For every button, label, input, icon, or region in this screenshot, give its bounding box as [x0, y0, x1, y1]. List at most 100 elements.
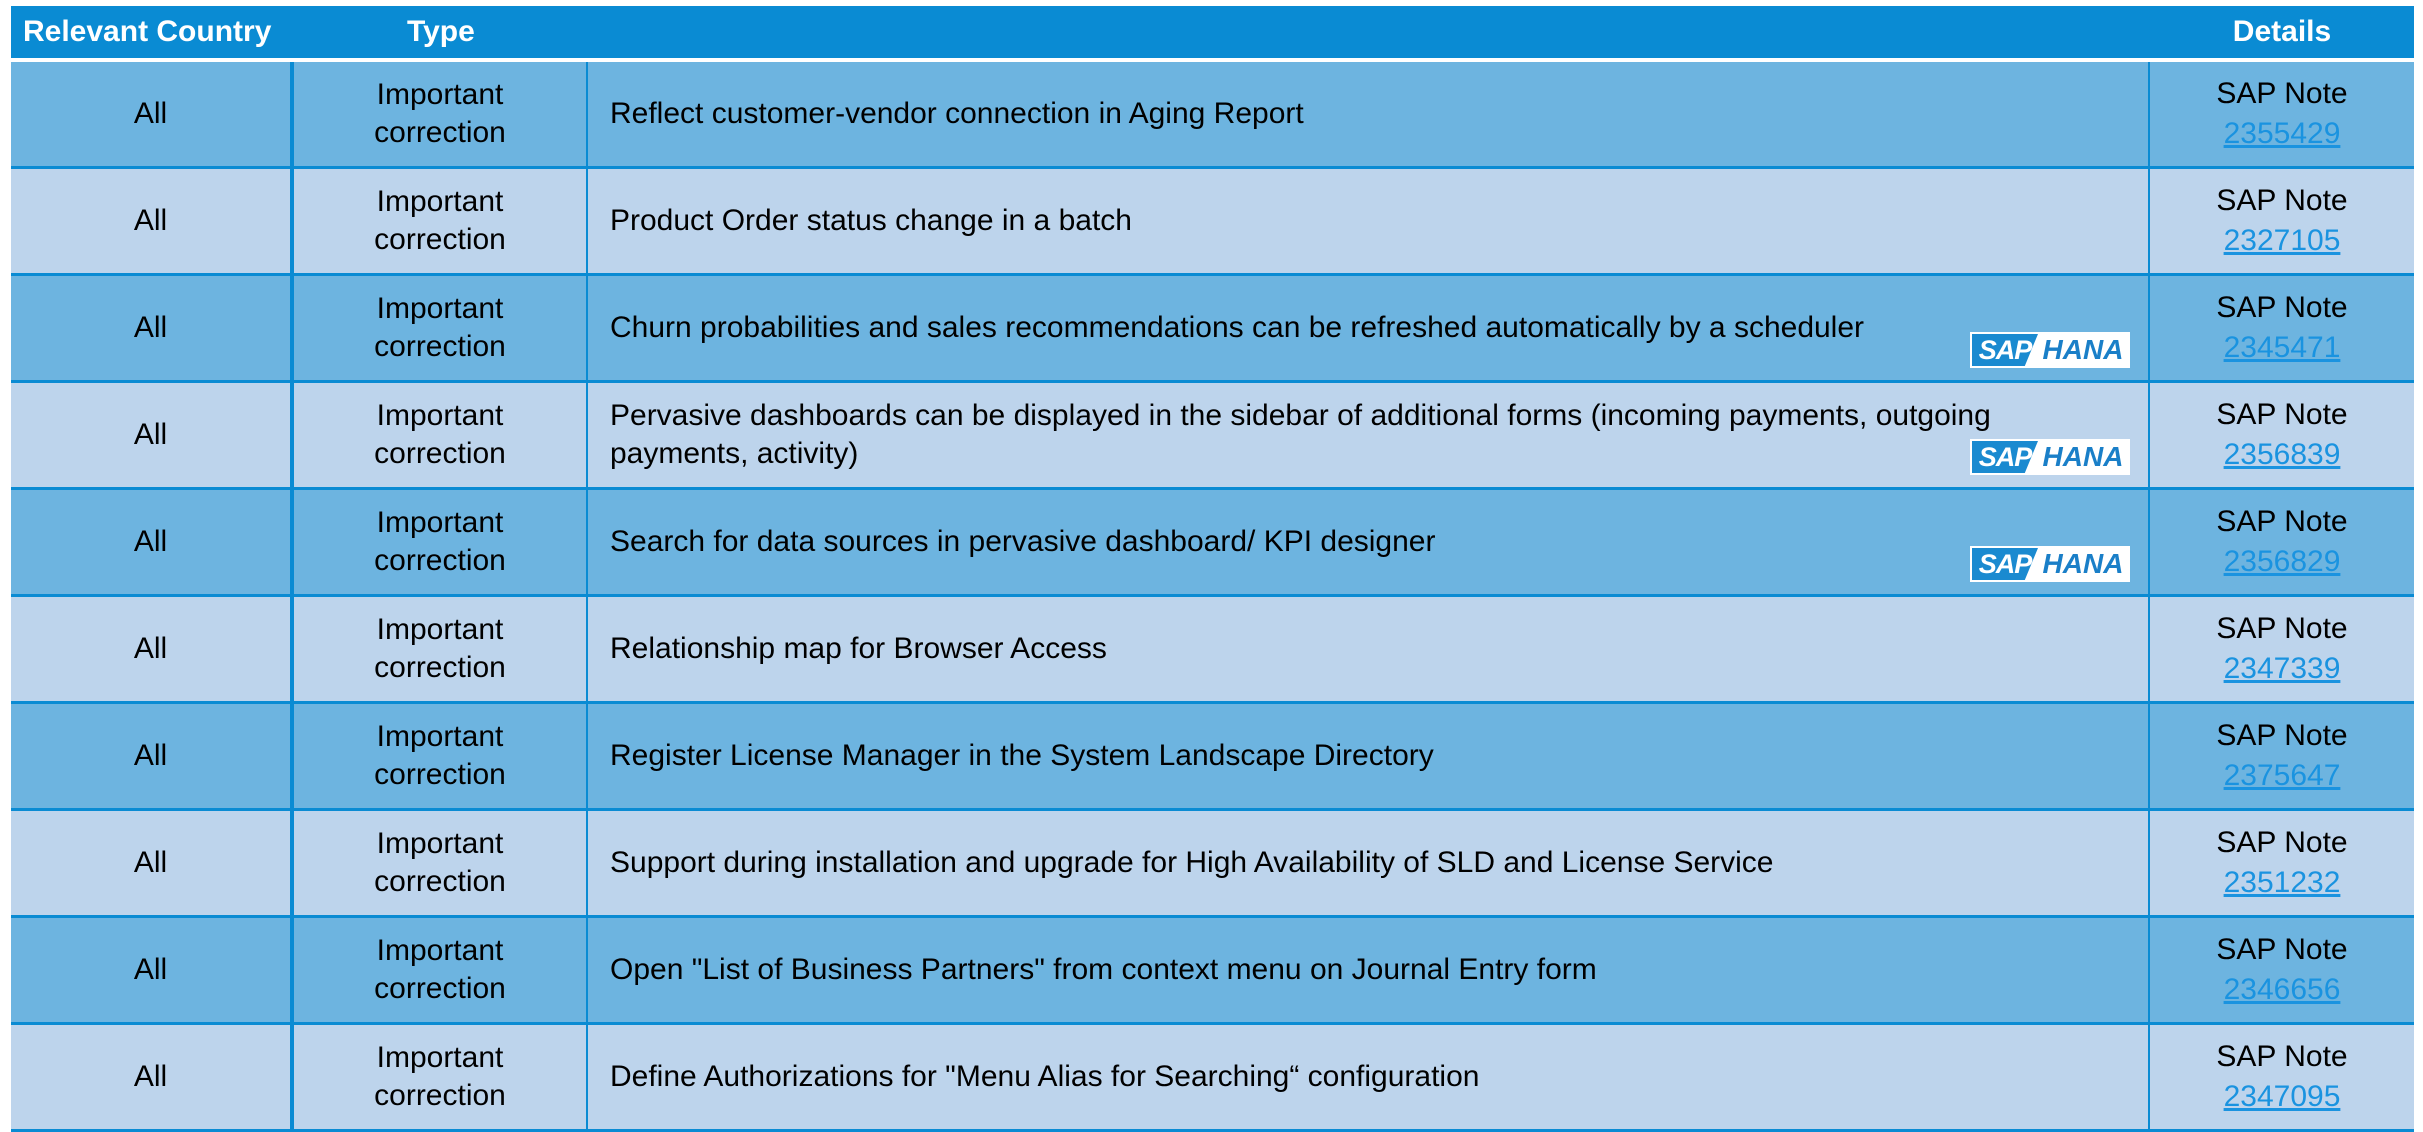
country-value: All — [133, 632, 168, 665]
type-line-1: Important — [376, 613, 504, 646]
details-cell: SAP Note 2327105 — [2150, 169, 2414, 273]
sap-hana-logo: SAP HANA — [1970, 332, 2130, 368]
description-text: Product Order status change in a batch — [610, 204, 1132, 237]
description-cell: Open "List of Business Partners" from co… — [588, 918, 2150, 1022]
country-value: All — [133, 739, 168, 772]
sap-note-label: SAP Note — [2216, 719, 2348, 752]
type-line-2: correction — [374, 1079, 506, 1112]
country-cell: All — [11, 811, 294, 915]
description-cell: Search for data sources in pervasive das… — [588, 490, 2150, 594]
sap-note-label: SAP Note — [2216, 398, 2348, 431]
sap-note-label: SAP Note — [2216, 77, 2348, 110]
sap-note-link[interactable]: 2347095 — [2224, 1077, 2341, 1117]
type-line-1: Important — [376, 78, 504, 111]
header-type: Type — [407, 15, 475, 48]
type-cell: Important correction — [294, 490, 588, 594]
hana-logo-text: HANA — [2042, 441, 2124, 472]
details-cell: SAP Note 2356839 — [2150, 383, 2414, 487]
sap-note-link[interactable]: 2345471 — [2224, 328, 2341, 368]
type-cell: Important correction — [294, 704, 588, 808]
sap-note-label: SAP Note — [2216, 826, 2348, 859]
type-line-1: Important — [376, 506, 504, 539]
country-cell: All — [11, 1025, 294, 1129]
country-value: All — [133, 97, 168, 130]
details-cell: SAP Note 2346656 — [2150, 918, 2414, 1022]
description-cell: Reflect customer-vendor connection in Ag… — [588, 62, 2150, 166]
table-body: All Important correction Reflect custome… — [11, 62, 2414, 1132]
header-details: Details — [2232, 15, 2332, 48]
hana-logo-text: HANA — [2042, 334, 2124, 365]
country-value: All — [133, 1060, 168, 1093]
description-cell: Relationship map for Browser Access — [588, 597, 2150, 701]
sap-note-link[interactable]: 2351232 — [2224, 863, 2341, 903]
type-cell: Important correction — [294, 276, 588, 380]
sap-note-label: SAP Note — [2216, 505, 2348, 538]
details-cell: SAP Note 2347095 — [2150, 1025, 2414, 1129]
sap-note-link[interactable]: 2356829 — [2224, 542, 2341, 582]
hana-logo-text: HANA — [2042, 548, 2124, 579]
country-cell: All — [11, 276, 294, 380]
table-row: All Important correction Define Authoriz… — [11, 1025, 2414, 1132]
type-cell: Important correction — [294, 1025, 588, 1129]
type-line-1: Important — [376, 399, 504, 432]
details-cell: SAP Note 2355429 — [2150, 62, 2414, 166]
type-line-2: correction — [374, 972, 506, 1005]
type-line-2: correction — [374, 330, 506, 363]
table-row: All Important correction Churn probabili… — [11, 276, 2414, 383]
sap-note-label: SAP Note — [2216, 184, 2348, 217]
sap-note-link[interactable]: 2347339 — [2224, 649, 2341, 689]
type-cell: Important correction — [294, 62, 588, 166]
type-line-1: Important — [376, 934, 504, 967]
table-row: All Important correction Open "List of B… — [11, 918, 2414, 1025]
description-text: Open "List of Business Partners" from co… — [610, 953, 1597, 986]
sap-logo-text: SAP — [1972, 441, 2038, 473]
country-value: All — [133, 846, 168, 879]
country-cell: All — [11, 383, 294, 487]
table-header: Relevant Country Type Details — [11, 6, 2414, 62]
sap-note-link[interactable]: 2375647 — [2224, 756, 2341, 796]
description-text: Relationship map for Browser Access — [610, 632, 1107, 665]
table-row: All Important correction Reflect custome… — [11, 62, 2414, 169]
details-cell: SAP Note 2351232 — [2150, 811, 2414, 915]
sap-hana-logo: SAP HANA — [1970, 546, 2130, 582]
country-cell: All — [11, 62, 294, 166]
country-value: All — [133, 311, 168, 344]
country-value: All — [133, 204, 168, 237]
type-line-1: Important — [376, 827, 504, 860]
table-row: All Important correction Register Licens… — [11, 704, 2414, 811]
country-cell: All — [11, 169, 294, 273]
description-text: Define Authorizations for "Menu Alias fo… — [610, 1060, 1480, 1093]
header-relevant-country: Relevant Country — [23, 15, 272, 48]
type-line-1: Important — [376, 185, 504, 218]
country-cell: All — [11, 597, 294, 701]
details-cell: SAP Note 2375647 — [2150, 704, 2414, 808]
sap-note-label: SAP Note — [2216, 1040, 2348, 1073]
sap-note-label: SAP Note — [2216, 933, 2348, 966]
type-line-1: Important — [376, 292, 504, 325]
type-cell: Important correction — [294, 811, 588, 915]
sap-note-link[interactable]: 2355429 — [2224, 114, 2341, 154]
country-value: All — [133, 525, 168, 558]
corrections-table: Relevant Country Type Details All Import… — [11, 6, 2414, 1132]
table-row: All Important correction Support during … — [11, 811, 2414, 918]
sap-logo-text: SAP — [1972, 334, 2038, 366]
sap-note-link[interactable]: 2346656 — [2224, 970, 2341, 1010]
description-cell: Register License Manager in the System L… — [588, 704, 2150, 808]
type-line-2: correction — [374, 651, 506, 684]
type-cell: Important correction — [294, 169, 588, 273]
type-line-2: correction — [374, 758, 506, 791]
table-row: All Important correction Relationship ma… — [11, 597, 2414, 704]
description-text: Support during installation and upgrade … — [610, 846, 1774, 879]
type-cell: Important correction — [294, 383, 588, 487]
sap-note-link[interactable]: 2327105 — [2224, 221, 2341, 261]
country-value: All — [133, 418, 168, 451]
description-text: Reflect customer-vendor connection in Ag… — [610, 97, 1304, 130]
type-line-1: Important — [376, 1041, 504, 1074]
sap-note-link[interactable]: 2356839 — [2224, 435, 2341, 475]
country-value: All — [133, 953, 168, 986]
sap-logo-text: SAP — [1972, 548, 2038, 580]
country-cell: All — [11, 490, 294, 594]
sap-note-label: SAP Note — [2216, 612, 2348, 645]
description-text: Churn probabilities and sales recommenda… — [610, 311, 1865, 344]
type-line-2: correction — [374, 544, 506, 577]
